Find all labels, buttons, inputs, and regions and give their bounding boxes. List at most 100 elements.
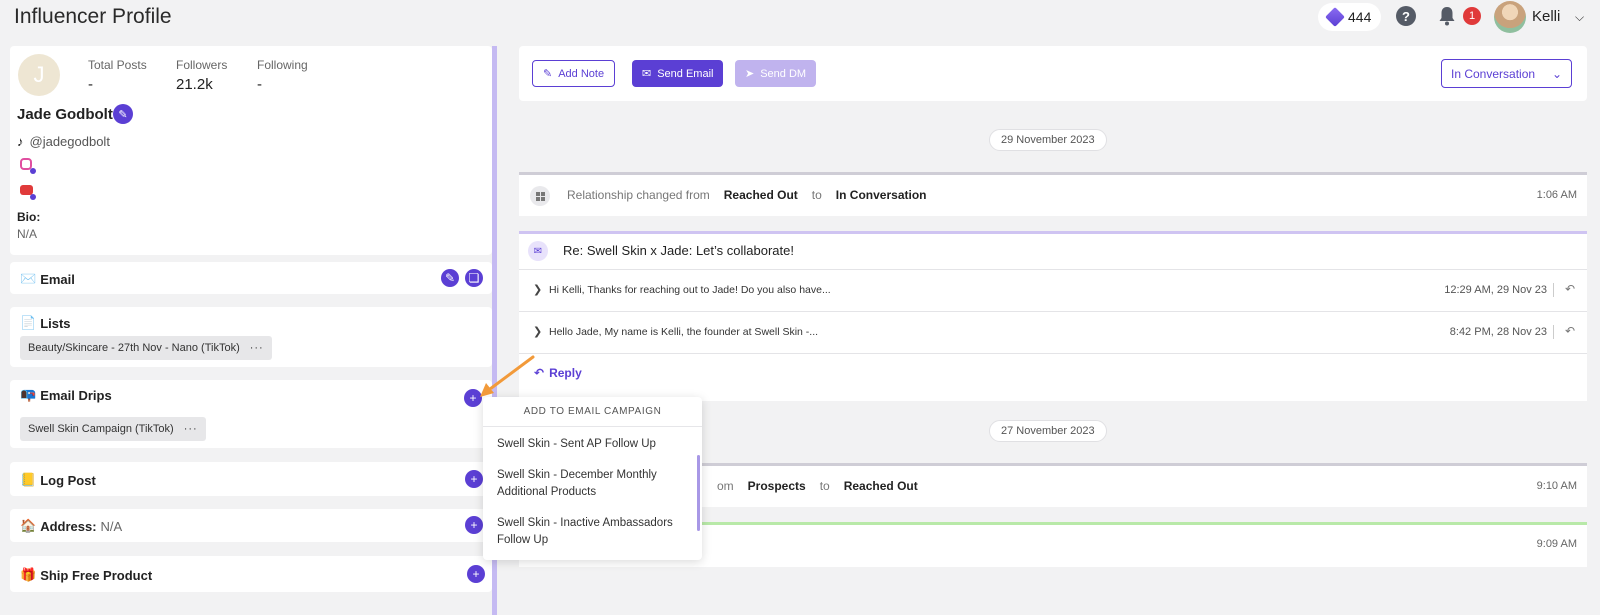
message-row[interactable]: ❯ Hello Jade, My name is Kelli, the foun… (519, 312, 1587, 354)
credits-badge[interactable]: 444 (1318, 3, 1382, 31)
message-time: 12:29 AM, 29 Nov 23 (1444, 284, 1547, 296)
note-edit-icon: ✎ (543, 68, 553, 80)
send-email-button[interactable]: ✉ Send Email (632, 60, 724, 87)
email-section-title: ✉️ Email (20, 271, 75, 287)
ship-product-section: 🎁 Ship Free Product + (10, 556, 492, 592)
house-icon: 🏠 (20, 518, 37, 533)
page-title: Influencer Profile (14, 5, 172, 28)
lists-section-title: 📄 Lists (20, 315, 71, 331)
add-log-post-button[interactable]: + (465, 470, 483, 488)
user-name[interactable]: Kelli (1532, 8, 1560, 25)
divider (1553, 283, 1554, 297)
send-dm-button[interactable]: ➤ Send DM (735, 60, 817, 87)
gift-icon: 🎁 (20, 567, 37, 582)
stat-total-posts-label: Total Posts (88, 58, 147, 72)
top-bar: Influencer Profile 444 ? 1 Kelli ⌵ (0, 0, 1600, 36)
edit-email-icon[interactable]: ✎ (441, 269, 459, 287)
dropdown-scrollbar[interactable] (697, 455, 700, 531)
profile-sidebar: J Total Posts - Followers 21.2k Followin… (0, 46, 500, 615)
copy-icon[interactable]: ❏ (465, 269, 483, 287)
avatar: J (18, 54, 60, 96)
chevron-down-icon[interactable]: ⌵ (1575, 10, 1584, 25)
chevron-right-icon[interactable]: ❯ (533, 325, 542, 338)
log-post-label: Log Post (40, 472, 96, 488)
more-icon[interactable]: ··· (250, 342, 264, 354)
thread-subject: Re: Swell Skin x Jade: Let’s collaborate… (563, 243, 794, 258)
more-icon[interactable]: ··· (184, 423, 198, 435)
event-time: 9:10 AM (1536, 480, 1577, 492)
reply-label: Reply (549, 366, 582, 380)
campaign-option[interactable]: Swell Skin - December Monthly Additional… (497, 467, 687, 501)
tiktok-icon: ♪ (17, 134, 24, 149)
stat-following-value: - (257, 76, 262, 93)
event-prefix: Relationship changed from (567, 188, 710, 202)
add-note-button[interactable]: ✎ Add Note (532, 60, 616, 87)
date-separator: 27 November 2023 (989, 420, 1107, 442)
address-section: 🏠 Address: N/A + (10, 509, 492, 542)
help-icon[interactable]: ? (1396, 6, 1416, 26)
add-address-button[interactable]: + (465, 516, 483, 534)
email-section: ✉️ Email ✎ ❏ (10, 262, 492, 294)
send-dm-label: Send DM (760, 67, 807, 80)
event-from: Prospects (747, 479, 806, 493)
notification-count-badge: 1 (1463, 7, 1481, 25)
message-time: 8:42 PM, 28 Nov 23 (1449, 326, 1547, 338)
address-section-title: 🏠 Address: N/A (20, 518, 122, 534)
event-to: In Conversation (835, 188, 927, 202)
drip-chip[interactable]: Swell Skin Campaign (TikTok) ··· (20, 417, 206, 441)
stat-followers-value: 21.2k (176, 76, 213, 93)
relationship-event: Relationship changed from Reached Out to… (519, 172, 1587, 216)
event-from: Reached Out (723, 188, 798, 202)
chevron-right-icon[interactable]: ❯ (533, 283, 542, 296)
stat-following-label: Following (257, 58, 308, 72)
email-drips-label: Email Drips (40, 387, 112, 403)
divider (1553, 325, 1554, 339)
bio-label: Bio: (17, 210, 41, 224)
event-to-word: to (819, 479, 830, 493)
user-avatar[interactable] (1494, 1, 1526, 33)
drip-chip-label: Swell Skin Campaign (TikTok) (28, 423, 174, 435)
bio-value: N/A (17, 227, 38, 241)
add-dot-icon (30, 194, 36, 200)
bell-icon[interactable] (1438, 6, 1456, 26)
add-to-campaign-dropdown: ADD TO EMAIL CAMPAIGN Swell Skin - Sent … (483, 397, 702, 560)
campaign-option[interactable]: Swell Skin - Inactive Ambassadors Follow… (497, 515, 687, 549)
relationship-status-select[interactable]: In Conversation ⌄ (1441, 59, 1572, 88)
email-drips-section-title: 📭 Email Drips (20, 387, 112, 403)
annotation-arrow-icon (480, 355, 535, 397)
event-text: om Prospects to Reached Out (717, 479, 918, 493)
lists-label: Lists (40, 315, 71, 331)
reply-all-icon[interactable]: ↶ (1565, 282, 1575, 296)
campaign-option[interactable]: Swell Skin - Sent AP Follow Up (497, 436, 687, 453)
profile-name: Jade Godbolt (17, 106, 113, 123)
email-drips-section: 📭 Email Drips + Swell Skin Campaign (Tik… (10, 380, 492, 448)
log-post-section-title: 📒 Log Post (20, 472, 96, 488)
date-separator: 29 November 2023 (989, 129, 1107, 151)
message-preview: Hi Kelli, Thanks for reaching out to Jad… (549, 284, 831, 296)
event-prefix: om (717, 479, 734, 493)
stat-total-posts-value: - (88, 76, 93, 93)
diamond-icon (1325, 7, 1345, 27)
reply-button[interactable]: ↶ Reply (534, 366, 582, 380)
edit-icon[interactable]: ✎ (113, 104, 133, 124)
ledger-icon: 📒 (20, 472, 37, 487)
email-label: Email (40, 271, 75, 287)
add-ship-product-button[interactable]: + (467, 565, 485, 583)
page-icon: 📄 (20, 315, 37, 330)
email-thread: ✉ Re: Swell Skin x Jade: Let’s collabora… (519, 231, 1587, 401)
message-row[interactable]: ❯ Hi Kelli, Thanks for reaching out to J… (519, 270, 1587, 312)
send-email-label: Send Email (657, 67, 714, 80)
add-note-label: Add Note (558, 67, 605, 80)
status-value: In Conversation (1451, 66, 1536, 81)
list-chip[interactable]: Beauty/Skincare - 27th Nov - Nano (TikTo… (20, 336, 272, 360)
add-dot-icon (30, 168, 36, 174)
credits-count: 444 (1348, 9, 1372, 25)
mail-icon: ✉ (642, 68, 652, 80)
event-to-word: to (811, 188, 822, 202)
profile-card: J Total Posts - Followers 21.2k Followin… (10, 46, 492, 255)
mail-icon: ✉ (528, 241, 548, 261)
tiktok-handle[interactable]: ♪ @jadegodbolt (17, 134, 110, 149)
lists-section: 📄 Lists Beauty/Skincare - 27th Nov - Nan… (10, 307, 492, 367)
reply-all-icon[interactable]: ↶ (1565, 324, 1575, 338)
ship-product-section-title: 🎁 Ship Free Product (20, 567, 152, 583)
